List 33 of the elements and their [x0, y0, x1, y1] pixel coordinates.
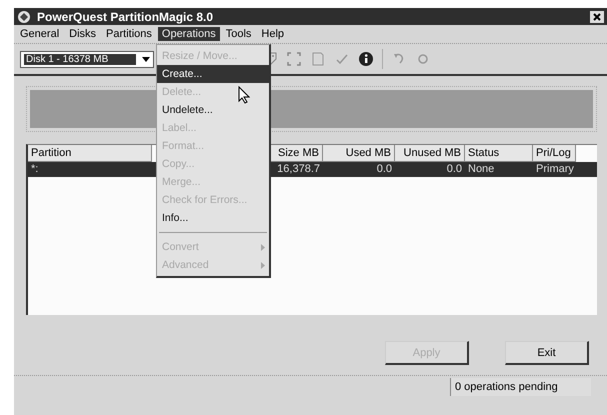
- app-icon: [17, 10, 31, 24]
- menu-bar-item[interactable]: Partitions: [102, 27, 156, 41]
- menu-item[interactable]: Undelete...: [157, 101, 269, 119]
- status-text: 0 operations pending: [450, 378, 591, 396]
- menu-bar-item[interactable]: Help: [257, 27, 288, 41]
- column-header[interactable]: Partition: [28, 145, 152, 162]
- disk-dropdown[interactable]: Disk 1 - 16378 MB: [20, 50, 154, 68]
- caret-icon: [142, 56, 150, 62]
- table-cell: Primary: [536, 163, 574, 175]
- column-header[interactable]: Status: [465, 145, 533, 162]
- menu-bar-item[interactable]: Operations: [158, 27, 220, 41]
- table-cell: None: [468, 163, 494, 175]
- menu-item[interactable]: Create...: [157, 65, 269, 83]
- info-icon[interactable]: [358, 51, 374, 67]
- column-header[interactable]: Size MB: [268, 145, 323, 162]
- window-title: PowerQuest PartitionMagic 8.0: [37, 10, 214, 24]
- table-cell: 0.0: [446, 163, 462, 175]
- menu-bar-item[interactable]: General: [16, 27, 64, 41]
- submenu-arrow-icon: [261, 262, 265, 268]
- column-header[interactable]: Unused MB: [395, 145, 465, 162]
- submenu-arrow-icon: [261, 244, 265, 250]
- table-cell: 16,378.7: [277, 163, 320, 175]
- mouse-cursor-icon: [238, 86, 250, 104]
- table-cell: *:: [31, 163, 38, 175]
- page-icon[interactable]: [310, 51, 326, 67]
- menu-bar-item[interactable]: Disks: [65, 27, 100, 41]
- menu-item[interactable]: Info...: [157, 209, 269, 227]
- dialog-button[interactable]: Exit: [505, 341, 589, 365]
- column-header[interactable]: Pri/Log: [533, 145, 576, 162]
- table-cell: 0.0: [376, 163, 392, 175]
- close-icon[interactable]: [590, 10, 604, 22]
- column-header[interactable]: Used MB: [323, 145, 395, 162]
- menu-bar-item[interactable]: Tools: [222, 27, 256, 41]
